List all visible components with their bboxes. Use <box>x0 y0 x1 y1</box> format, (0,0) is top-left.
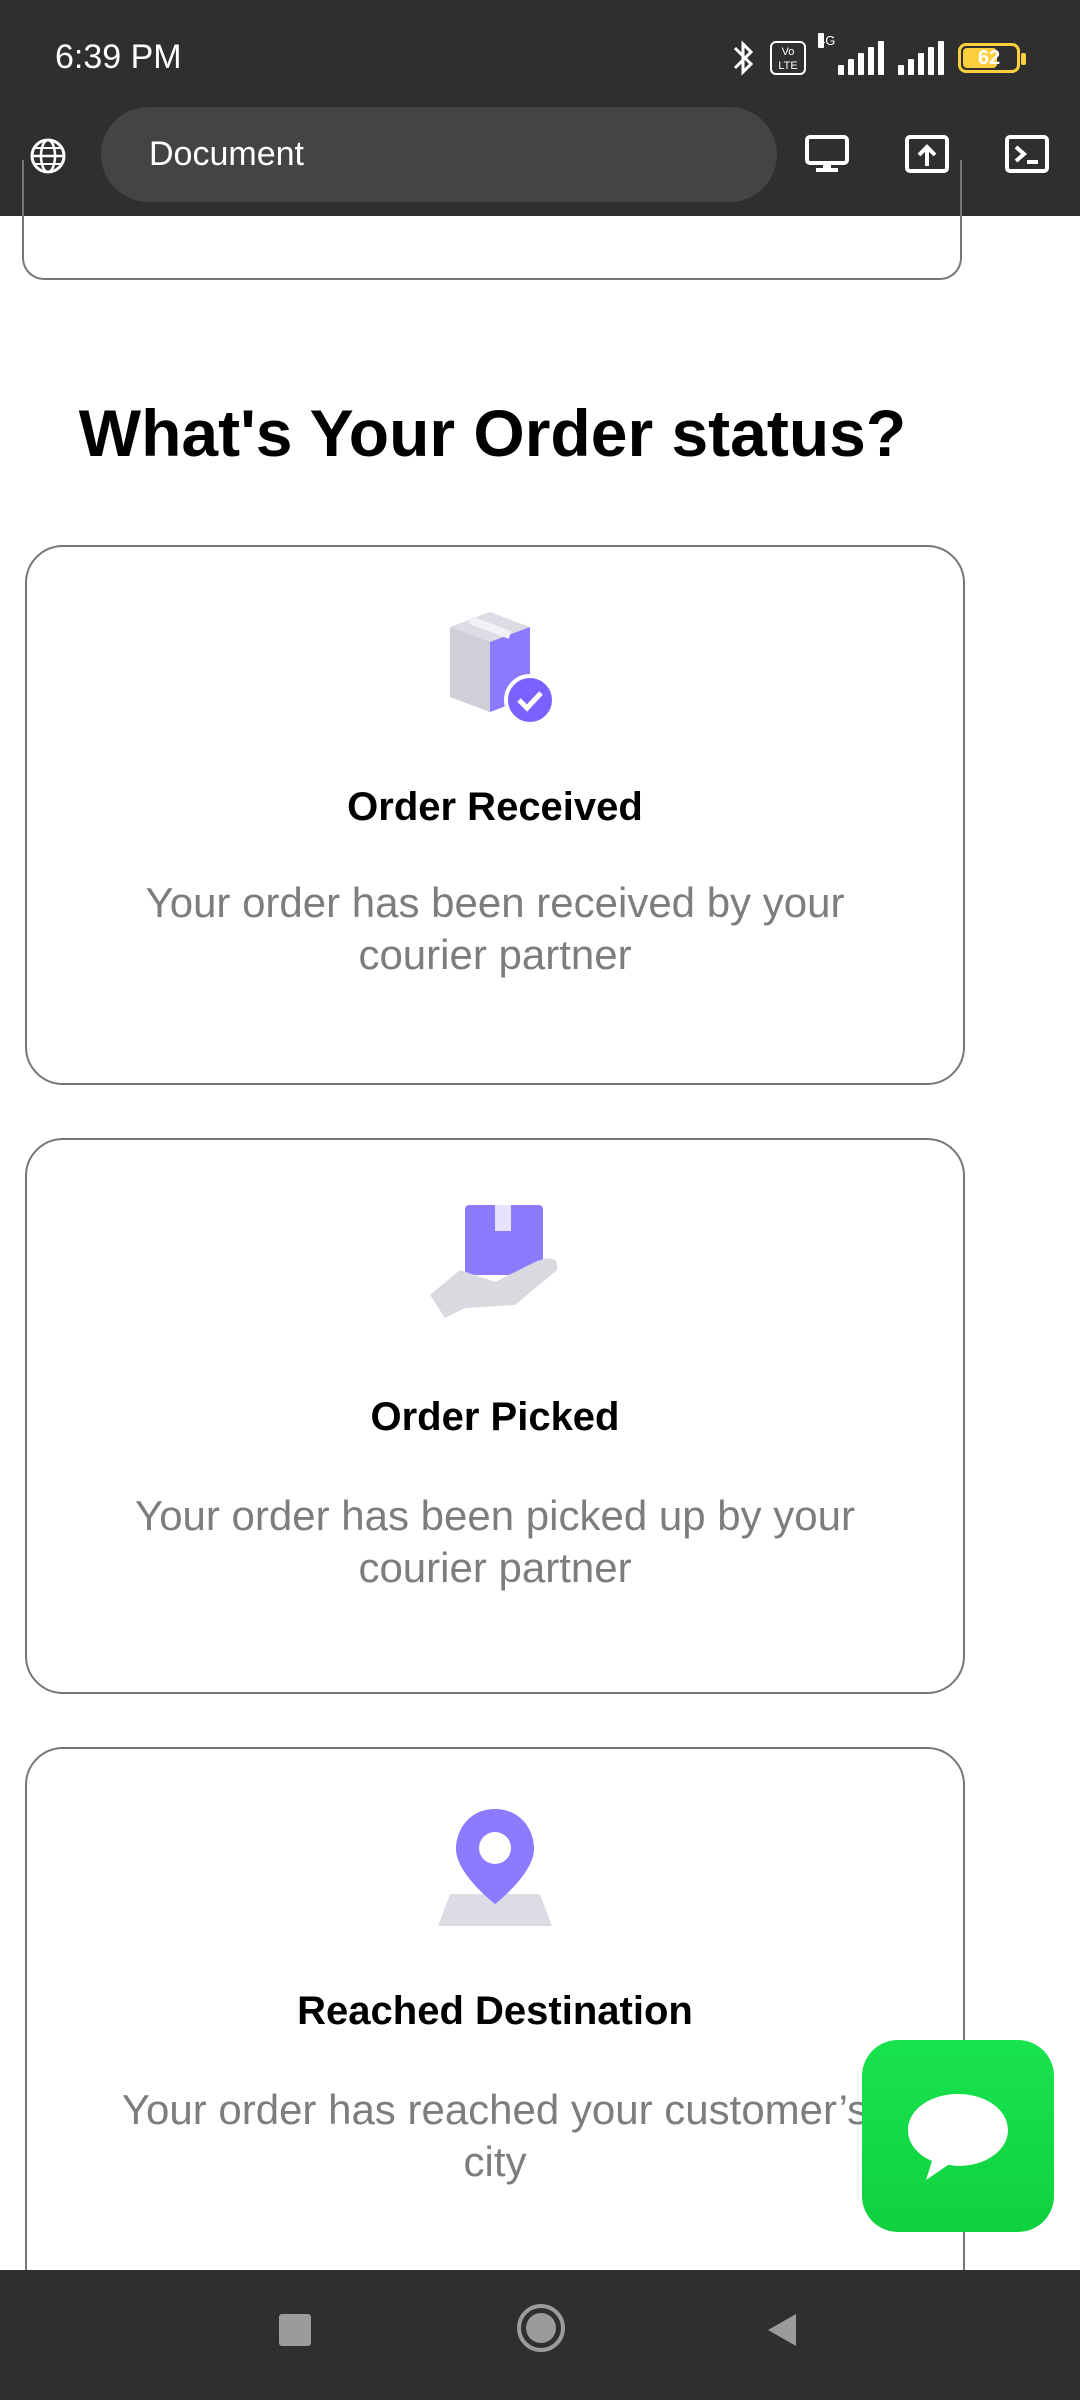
signal-icon <box>898 41 944 75</box>
home-icon[interactable] <box>515 2302 567 2354</box>
battery-icon: 62 <box>958 43 1026 73</box>
navigation-bar <box>0 2270 1080 2400</box>
card-title: Order Picked <box>370 1395 620 1439</box>
status-time: 6:39 PM <box>55 38 182 76</box>
status-icons: Vo LTE 4G 62 <box>730 33 1026 80</box>
card-description: Your order has been received by your cou… <box>145 879 845 978</box>
card-description: Your order has reached your customer’s c… <box>121 2086 869 2185</box>
volte-icon: Vo LTE <box>770 41 806 75</box>
battery-level: 62 <box>977 46 1001 69</box>
card-description: Your order has been picked up by your co… <box>135 1492 855 1591</box>
package-check-icon <box>450 612 556 726</box>
previous-card-edge <box>22 160 962 280</box>
location-pin-icon <box>438 1809 552 1926</box>
order-status-card-picked: Order Picked Your order has been picked … <box>25 1138 965 1694</box>
hand-package-icon <box>430 1205 558 1318</box>
back-icon[interactable] <box>762 2310 802 2350</box>
chat-bubble-icon <box>908 2094 1008 2180</box>
recents-icon[interactable] <box>275 2310 315 2350</box>
status-bar: 6:39 PM Vo LTE 4G 62 <box>0 0 1080 110</box>
order-status-card-received: Order Received Your order has been recei… <box>25 545 965 1085</box>
chat-button[interactable] <box>862 2040 1054 2232</box>
card-title: Reached Destination <box>297 1989 693 2033</box>
bluetooth-icon <box>733 40 754 76</box>
console-icon[interactable] <box>1004 134 1050 174</box>
signal-4g-icon: 4G <box>818 33 884 75</box>
page-title: What's Your Order status? <box>78 396 907 470</box>
network-type: 4G <box>818 33 836 48</box>
card-title: Order Received <box>347 785 643 829</box>
order-status-card-destination: Reached Destination Your order has reach… <box>25 1747 965 2307</box>
